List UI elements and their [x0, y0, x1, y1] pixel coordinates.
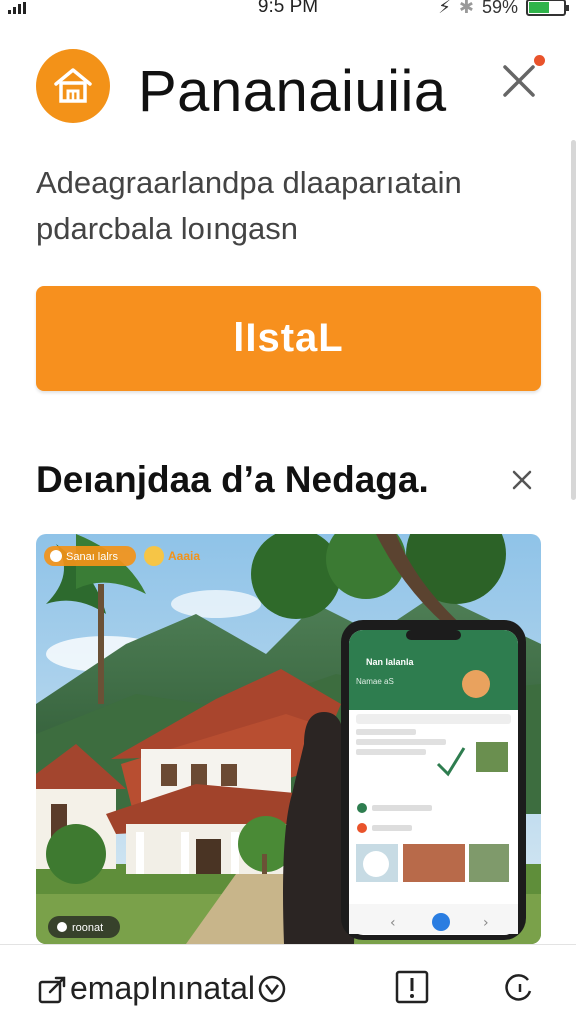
promo-badge-right: Aaaia	[168, 549, 200, 563]
section-title: Deıanjdaa d’a Nedaga.	[36, 459, 429, 500]
install-button[interactable]: lIstaL	[36, 286, 541, 391]
promo-caption: roonat	[72, 922, 103, 934]
close-icon	[503, 65, 535, 97]
report-button[interactable]	[390, 965, 434, 1009]
app-icon	[36, 49, 110, 123]
status-icons: ⚡ ✱ 59%	[438, 0, 569, 18]
promo-image[interactable]: Sanaı lalrs Aaaia Nan Ialanla Namae aS ‹…	[36, 534, 541, 944]
report-icon	[395, 970, 429, 1004]
app-description: Adeagraarlandpa dlaaparıatain pdarcbala …	[36, 165, 462, 246]
phone-header: Nan Ialanla	[366, 657, 415, 667]
bluetooth-icon: ✱	[458, 0, 474, 17]
charging-icon: ⚡	[438, 0, 451, 17]
battery-icon	[526, 0, 569, 16]
status-bar: 9:5 PM ⚡ ✱ 59%	[0, 0, 576, 22]
house-icon	[54, 68, 92, 103]
refresh-icon	[505, 974, 532, 1001]
svg-text:›: ›	[483, 915, 489, 931]
check-circle-icon	[258, 975, 286, 1002]
close-button[interactable]	[498, 60, 540, 102]
phone-subtitle: Namae aS	[356, 677, 394, 686]
close-section-button[interactable]	[508, 466, 536, 494]
bottom-link[interactable]: emapInınatal	[36, 970, 287, 1007]
promo-badge-left: Sanaı lalrs	[66, 551, 118, 563]
bottom-link-text: emapInınatal	[70, 970, 256, 1006]
external-link-icon	[38, 976, 66, 1003]
scrollbar[interactable]	[571, 140, 576, 500]
app-title: Pananaiuiia	[138, 59, 447, 124]
notification-dot	[534, 55, 545, 66]
bottom-bar: emapInınatal	[0, 944, 576, 1024]
refresh-button[interactable]	[496, 965, 540, 1009]
battery-percent: 59%	[481, 0, 518, 17]
svg-text:‹: ‹	[390, 915, 396, 931]
close-icon	[512, 470, 532, 490]
